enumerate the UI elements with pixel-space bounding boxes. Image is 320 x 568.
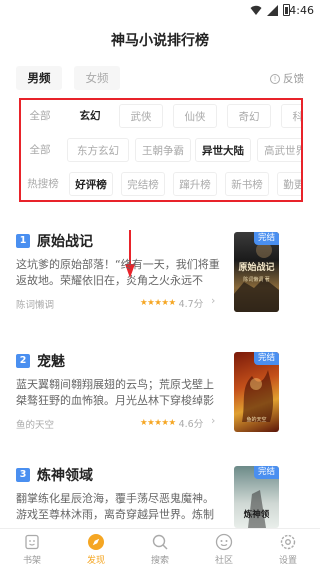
completed-badge: 完结: [253, 352, 279, 365]
wifi-icon: [250, 5, 262, 15]
community-icon: [215, 533, 233, 551]
bookshelf-icon: [25, 534, 39, 550]
cover-title: 炼神领: [243, 510, 270, 520]
signal-icon: [267, 4, 278, 16]
page-title: 神马小说排行榜: [111, 33, 209, 49]
completed-badge: 完结: [253, 232, 279, 245]
cover-author: 鱼的天空: [246, 417, 267, 423]
bottom-tab-bar: 书架 发现 搜索 社区 设置: [0, 528, 320, 568]
book-cover[interactable]: 鱼的天空 完结: [234, 352, 279, 432]
cover-author: 陈词懒调 著: [243, 277, 270, 283]
book-description: 翻掌练化星辰沧海，覆手荡尽恶鬼魔神。游戏至尊林沐雨，离奇穿越异世界。炼制圣丹神.…: [16, 492, 214, 521]
feedback-button[interactable]: ! 反馈: [270, 71, 304, 86]
feedback-label: 反馈: [283, 73, 304, 85]
tab-discover[interactable]: 发现: [64, 529, 128, 568]
chevron-right-icon: ›: [211, 294, 216, 307]
tab-community[interactable]: 社区: [192, 529, 256, 568]
tab-bookshelf[interactable]: 书架: [0, 529, 64, 568]
book-description: 蓝天翼翱间翱翔展翅的云鸟；荒原戈壁上桀骜狂野的血怖狼。月光丛林下穿梭绰影的夜梦.…: [16, 378, 214, 407]
rating-stars-icon: ★★★★★: [140, 418, 176, 428]
tab-label: 书架: [22, 556, 41, 566]
book-title[interactable]: 原始战记: [37, 231, 93, 251]
book-title[interactable]: 炼神领域: [37, 465, 93, 485]
rank-badge: 3: [16, 468, 30, 482]
tab-label: 社区: [214, 556, 233, 566]
book-author: 鱼的天空: [16, 420, 55, 431]
rating-value: 4.6分: [178, 419, 204, 430]
chevron-right-icon: ›: [211, 414, 216, 427]
rank-badge: 2: [16, 354, 30, 368]
book-title[interactable]: 宠魅: [37, 351, 65, 371]
rating-stars-icon: ★★★★★: [140, 298, 176, 308]
settings-icon: [280, 534, 296, 550]
book-item[interactable]: 1 原始战记 这坑爹的原始部落！“终有一天，我们将重返故地。荣耀依旧在，炎角之火…: [16, 232, 304, 314]
book-description: 这坑爹的原始部落！“终有一天，我们将重返故地。荣耀依旧在，炎角之火永远不灭。”心…: [16, 258, 220, 287]
cover-title: 原始战记: [238, 263, 275, 273]
gender-tabs: 男频 女频: [16, 66, 120, 90]
rank-badge: 1: [16, 234, 30, 248]
book-item[interactable]: 3 炼神领域 翻掌练化星辰沧海，覆手荡尽恶鬼魔神。游戏至尊林沐雨，离奇穿越异世界…: [16, 466, 304, 528]
status-time: 4:46: [289, 4, 314, 17]
completed-badge: 完结: [253, 466, 279, 479]
search-icon: [152, 534, 168, 550]
tab-label: 发现: [86, 556, 105, 566]
status-bar: 4:46: [0, 0, 320, 22]
book-cover[interactable]: 原始战记 陈词懒调 著 完结: [234, 232, 279, 312]
discover-icon: [88, 534, 104, 550]
feedback-icon: !: [270, 73, 280, 84]
rating-value: 4.7分: [178, 299, 204, 310]
annotation-highlight-box: [19, 98, 303, 202]
tab-search[interactable]: 搜索: [128, 529, 192, 568]
book-author: 陈词懒调: [16, 300, 55, 311]
tab-label: 搜索: [150, 556, 169, 566]
book-cover[interactable]: 炼神领 完结: [234, 466, 279, 528]
book-rating: ★★★★★ 4.7分: [140, 296, 203, 310]
book-rating: ★★★★★ 4.6分: [140, 416, 203, 430]
tab-label: 设置: [278, 556, 297, 566]
tab-female[interactable]: 女频: [74, 66, 120, 90]
book-item[interactable]: 2 宠魅 蓝天翼翱间翱翔展翅的云鸟；荒原戈壁上桀骜狂野的血怖狼。月光丛林下穿梭绰…: [16, 352, 304, 434]
tab-male[interactable]: 男频: [16, 66, 62, 90]
tab-settings[interactable]: 设置: [256, 529, 320, 568]
